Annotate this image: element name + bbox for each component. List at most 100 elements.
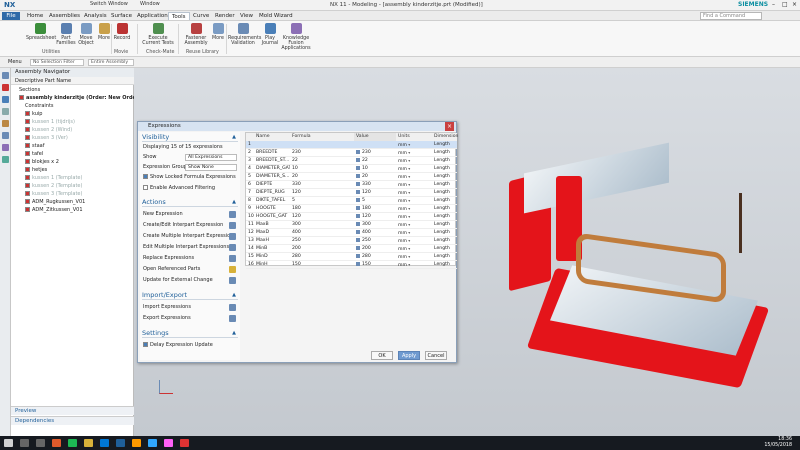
- table-row[interactable]: 1 mm ▾ Length: [246, 141, 457, 149]
- menu-surface[interactable]: Surface: [108, 12, 135, 20]
- interpart-icon[interactable]: [229, 222, 236, 229]
- menu-file[interactable]: File: [2, 12, 20, 20]
- acrobat-icon[interactable]: [180, 439, 189, 447]
- cell-units[interactable]: mm ▾: [396, 149, 432, 157]
- table-row[interactable]: 15 MinD 280 280 mm ▾ Length: [246, 253, 457, 261]
- visibility-checkbox[interactable]: [25, 143, 30, 148]
- new-expression-action[interactable]: New Expression: [143, 211, 183, 218]
- search-icon[interactable]: [20, 439, 29, 447]
- expression-groups-dropdown[interactable]: Show None: [185, 164, 237, 171]
- chevron-down-icon[interactable]: ▾: [407, 198, 410, 203]
- command-search-input[interactable]: Find a Command: [700, 12, 762, 20]
- selection-scope-dropdown[interactable]: Entire Assembly: [88, 59, 134, 66]
- cell-formula[interactable]: 250: [290, 237, 354, 245]
- export-icon[interactable]: [229, 315, 236, 322]
- windows-start-icon[interactable]: [4, 439, 13, 447]
- tree-item[interactable]: kussen 2 (Wind): [25, 126, 72, 134]
- chevron-down-icon[interactable]: ▾: [407, 158, 410, 163]
- cell-formula[interactable]: 10: [290, 165, 354, 173]
- import-export-section-header[interactable]: Import/Export ▲: [142, 291, 238, 300]
- settings-section-header[interactable]: Settings ▲: [142, 329, 238, 338]
- selection-filter-dropdown[interactable]: No Selection Filter: [30, 59, 84, 66]
- roles-icon[interactable]: [2, 144, 9, 151]
- visibility-checkbox[interactable]: [25, 191, 30, 196]
- photoshop-icon[interactable]: [148, 439, 157, 447]
- table-row[interactable]: 8 DIKTE_TAFEL 5 5 mm ▾ Length: [246, 197, 457, 205]
- table-row[interactable]: 14 MinB 200 200 mm ▾ Length: [246, 245, 457, 253]
- cell-units[interactable]: mm ▾: [396, 141, 432, 149]
- model-view[interactable]: [494, 142, 794, 389]
- dialog-close-button[interactable]: ×: [445, 122, 454, 131]
- column-header-index[interactable]: [246, 133, 254, 141]
- cell-units[interactable]: mm ▾: [396, 253, 432, 261]
- tree-item[interactable]: ADM_Zitkussen_V01: [25, 206, 83, 214]
- table-row[interactable]: 12 MaxD 400 400 mm ▾ Length: [246, 229, 457, 237]
- column-header-name[interactable]: Name: [254, 133, 290, 141]
- chevron-down-icon[interactable]: ▾: [407, 254, 410, 259]
- new-expression-icon[interactable]: [229, 211, 236, 218]
- visibility-checkbox[interactable]: [25, 175, 30, 180]
- replace-expressions-action[interactable]: Replace Expressions: [143, 255, 194, 262]
- spreadsheet-button[interactable]: Spreadsheet: [26, 23, 56, 41]
- update-external-change-action[interactable]: Update for External Change: [143, 277, 213, 284]
- actions-section-header[interactable]: Actions ▲: [142, 198, 238, 207]
- preview-panel-toggle[interactable]: Preview: [11, 406, 134, 415]
- history-icon[interactable]: [2, 132, 9, 139]
- cell-units[interactable]: mm ▾: [396, 245, 432, 253]
- chevron-down-icon[interactable]: ▾: [407, 222, 410, 227]
- task-view-icon[interactable]: [36, 439, 45, 447]
- window-menu-button[interactable]: Window: [140, 1, 160, 7]
- knowledge-fusion-button[interactable]: Knowledge Fusion Applications: [278, 23, 314, 51]
- dependencies-panel-toggle[interactable]: Dependencies: [11, 416, 134, 425]
- chevron-down-icon[interactable]: ▾: [407, 166, 410, 171]
- menu-view[interactable]: View: [237, 12, 256, 20]
- advanced-filtering-checkbox[interactable]: Enable Advanced Filtering: [143, 185, 215, 192]
- menu-render[interactable]: Render: [212, 12, 238, 20]
- close-icon[interactable]: ×: [792, 1, 797, 8]
- system-clock[interactable]: 18:36 15/05/2018: [764, 437, 792, 449]
- chevron-down-icon[interactable]: ▾: [407, 230, 410, 235]
- tree-item[interactable]: kussen 2 (Template): [25, 182, 82, 190]
- folder-icon[interactable]: [229, 266, 236, 273]
- tree-item[interactable]: kussen 3 (Template): [25, 190, 82, 198]
- visibility-checkbox[interactable]: [25, 119, 30, 124]
- chevron-down-icon[interactable]: ▾: [407, 262, 410, 267]
- tree-item[interactable]: kuip: [25, 110, 42, 118]
- cell-formula[interactable]: 150: [290, 261, 354, 269]
- column-header-value[interactable]: Value: [354, 133, 396, 141]
- table-row[interactable]: 6 DIEPTE 330 330 mm ▾ Length: [246, 181, 457, 189]
- cell-units[interactable]: mm ▾: [396, 261, 432, 269]
- chevron-down-icon[interactable]: ▾: [407, 190, 410, 195]
- cell-units[interactable]: mm ▾: [396, 181, 432, 189]
- tree-item[interactable]: kussen 1 (Template): [25, 174, 82, 182]
- multiple-interpart-icon[interactable]: [229, 233, 236, 240]
- cell-formula[interactable]: [290, 141, 354, 149]
- table-row[interactable]: 10 HOOGTE_GAT 120 120 mm ▾ Length: [246, 213, 457, 221]
- table-row[interactable]: 11 MaxB 300 300 mm ▾ Length: [246, 221, 457, 229]
- cell-formula[interactable]: 20: [290, 173, 354, 181]
- create-interpart-action[interactable]: Create/Edit Interpart Expression: [143, 222, 223, 229]
- cell-units[interactable]: mm ▾: [396, 173, 432, 181]
- table-row[interactable]: 3 BREEDTE_ST... 22 22 mm ▾ Length: [246, 157, 457, 165]
- chevron-down-icon[interactable]: ▾: [407, 150, 410, 155]
- cancel-button[interactable]: Cancel: [425, 351, 447, 360]
- visibility-checkbox[interactable]: [25, 183, 30, 188]
- browser-icon[interactable]: [52, 439, 61, 447]
- tree-item[interactable]: blokjes x 2: [25, 158, 59, 166]
- spotify-icon[interactable]: [68, 439, 77, 447]
- minimize-icon[interactable]: –: [772, 1, 775, 8]
- illustrator-icon[interactable]: [132, 439, 141, 447]
- replace-icon[interactable]: [229, 255, 236, 262]
- table-row[interactable]: 5 DIAMETER_S... 20 20 mm ▾ Length: [246, 173, 457, 181]
- tree-item[interactable]: tafel: [25, 150, 43, 158]
- file-explorer-icon[interactable]: [84, 439, 93, 447]
- visibility-checkbox[interactable]: [25, 127, 30, 132]
- apply-button[interactable]: Apply: [398, 351, 420, 360]
- cell-formula[interactable]: 200: [290, 245, 354, 253]
- cell-formula[interactable]: 230: [290, 149, 354, 157]
- part-icon[interactable]: [2, 108, 9, 115]
- tree-item[interactable]: staaf: [25, 142, 44, 150]
- chevron-down-icon[interactable]: ▾: [407, 238, 410, 243]
- cell-units[interactable]: mm ▾: [396, 205, 432, 213]
- menu-button[interactable]: Menu: [8, 59, 22, 65]
